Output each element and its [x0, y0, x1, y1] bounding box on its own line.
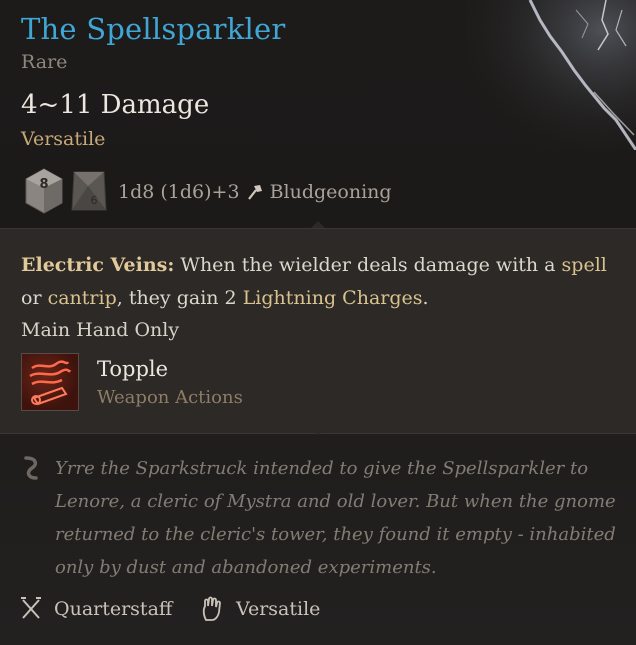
item-rarity: Rare: [21, 51, 68, 73]
crossed-staves-icon: [21, 597, 41, 619]
damage-line: 1d8 (1d6)+3 Bludgeoning: [118, 181, 392, 203]
item-property: Versatile: [21, 128, 106, 150]
divider-notch: [310, 427, 326, 435]
topple-glyph-icon: [29, 360, 72, 406]
bludgeoning-icon: [247, 185, 262, 200]
passive-name: Electric Veins:: [21, 254, 175, 276]
handedness-label: Versatile: [236, 598, 321, 620]
tooltip-footer: Quarterstaff Versatile: [0, 596, 636, 636]
passive-text: When the wielder deals damage with a: [174, 254, 562, 276]
item-damage-range: 4~11 Damage: [21, 90, 210, 120]
tooltip-header: The Spellsparkler Rare 4~11 Damage Versa…: [0, 0, 636, 229]
die-secondary-label: 6: [91, 194, 98, 207]
damage-type: Bludgeoning: [269, 181, 392, 203]
die-primary-label: 8: [39, 177, 48, 192]
passive-text: , they gain 2: [116, 287, 243, 309]
passive-section: Electric Veins: When the wielder deals d…: [0, 228, 636, 435]
main-hand-restriction: Main Hand Only: [21, 319, 180, 341]
spell-keyword-link[interactable]: spell: [562, 254, 607, 276]
item-tooltip: The Spellsparkler Rare 4~11 Damage Versa…: [0, 0, 636, 645]
weapon-type-label: Quarterstaff: [54, 598, 173, 620]
weapon-type: Quarterstaff: [20, 596, 172, 622]
cantrip-keyword-link[interactable]: cantrip: [48, 287, 117, 309]
action-type: Weapon Actions: [97, 387, 243, 408]
damage-dice-icon: 8 6: [25, 168, 107, 214]
action-name: Topple: [97, 357, 169, 381]
lore-quill-icon: [24, 456, 38, 480]
lightning-decoration-icon: [466, 0, 636, 150]
passive-description: Electric Veins: When the wielder deals d…: [21, 249, 611, 315]
lore-text: Yrre the Sparkstruck intended to give th…: [55, 458, 616, 578]
handedness: Versatile: [200, 596, 320, 622]
damage-formula: 1d8 (1d6)+3: [118, 181, 240, 203]
lightning-charges-keyword-link[interactable]: Lightning Charges: [243, 287, 423, 309]
item-name: The Spellsparkler: [21, 12, 286, 46]
topple-icon[interactable]: [21, 353, 79, 411]
hand-icon: [202, 596, 221, 621]
passive-text: or: [21, 287, 48, 309]
passive-text: .: [422, 287, 429, 309]
